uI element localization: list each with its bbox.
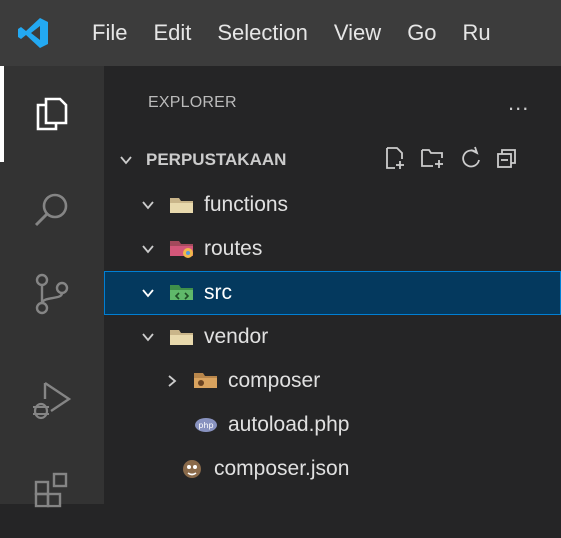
- svg-text:php: php: [198, 421, 213, 430]
- tree-item-autoload-php[interactable]: php autoload.php: [104, 403, 561, 447]
- new-file-icon[interactable]: [384, 146, 406, 175]
- tree-item-functions[interactable]: functions: [104, 183, 561, 227]
- tree-item-label: autoload.php: [228, 413, 350, 436]
- chevron-right-icon: [160, 369, 184, 393]
- src-folder-icon: [168, 281, 196, 305]
- chevron-down-icon: [114, 148, 138, 172]
- vscode-logo-icon: [0, 0, 66, 66]
- chevron-down-icon: [136, 325, 160, 349]
- tree-item-label: composer.json: [214, 457, 350, 480]
- section-actions: [384, 138, 518, 182]
- folder-icon: [168, 325, 196, 349]
- tree-item-routes[interactable]: routes: [104, 227, 561, 271]
- activity-extensions[interactable]: [0, 442, 104, 538]
- composer-json-icon: [178, 457, 206, 481]
- php-file-icon: php: [192, 413, 220, 437]
- chevron-down-icon: [136, 237, 160, 261]
- workspace-name: PERPUSTAKAAN: [146, 150, 287, 169]
- activity-search[interactable]: [0, 162, 104, 258]
- menu-selection[interactable]: Selection: [204, 0, 321, 66]
- explorer-title: EXPLORER: [148, 94, 237, 111]
- menu-view[interactable]: View: [321, 0, 394, 66]
- routes-folder-icon: [168, 237, 196, 261]
- collapse-all-icon[interactable]: [496, 146, 518, 175]
- run-debug-icon: [33, 382, 72, 420]
- tree-item-src[interactable]: src: [104, 271, 561, 315]
- explorer-icon: [36, 97, 68, 131]
- activity-explorer[interactable]: [0, 66, 104, 162]
- tree-item-label: src: [204, 281, 232, 304]
- activity-source-control[interactable]: [0, 246, 104, 342]
- activity-bar: [0, 66, 104, 508]
- chevron-down-icon: [136, 281, 160, 305]
- new-folder-icon[interactable]: [420, 146, 446, 175]
- tree-item-label: routes: [204, 237, 263, 260]
- tree-item-composer-json[interactable]: composer.json: [104, 447, 561, 491]
- chevron-down-icon: [136, 193, 160, 217]
- tree-item-composer[interactable]: composer: [104, 359, 561, 403]
- search-icon: [34, 193, 68, 227]
- menu-go[interactable]: Go: [394, 0, 449, 66]
- menu-run[interactable]: Ru: [450, 0, 504, 66]
- tree-item-vendor[interactable]: vendor: [104, 315, 561, 359]
- menu-file[interactable]: File: [66, 0, 140, 66]
- tree-item-label: composer: [228, 369, 321, 392]
- menu-edit[interactable]: Edit: [140, 0, 204, 66]
- composer-folder-icon: [192, 369, 220, 393]
- explorer-sidebar: EXPLORER ... PERPUSTAKAAN functions rout…: [104, 66, 561, 504]
- folder-icon: [168, 193, 196, 217]
- workspace-section-header[interactable]: PERPUSTAKAAN: [104, 138, 561, 182]
- refresh-icon[interactable]: [460, 146, 482, 175]
- extensions-icon: [34, 472, 68, 508]
- menu-bar: File Edit Selection View Go Ru: [66, 0, 504, 66]
- source-control-icon: [35, 273, 69, 315]
- activity-run-debug[interactable]: [0, 352, 104, 448]
- explorer-header: EXPLORER ...: [104, 66, 561, 140]
- tree-item-label: functions: [204, 193, 289, 216]
- title-bar: File Edit Selection View Go Ru: [0, 0, 561, 66]
- more-actions-button[interactable]: ...: [508, 90, 529, 116]
- tree-item-label: vendor: [204, 325, 269, 348]
